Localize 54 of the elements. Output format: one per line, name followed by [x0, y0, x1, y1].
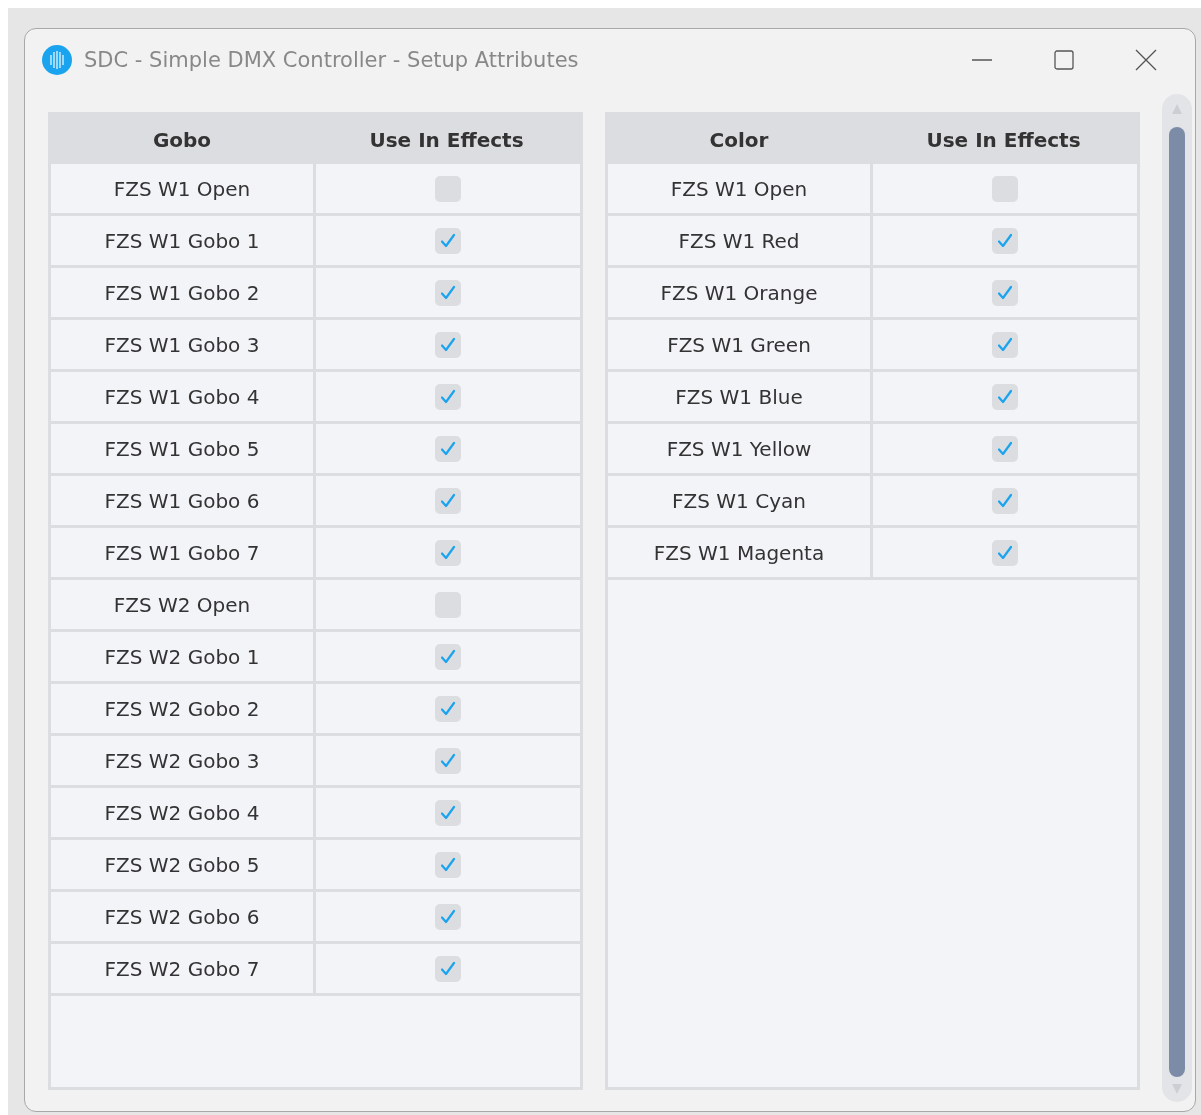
checkbox[interactable]: [992, 487, 1018, 514]
table-cell: FZS W1 Gobo 5: [51, 424, 316, 473]
table-cell: FZS W1 Open: [51, 164, 316, 213]
checkbox[interactable]: [992, 435, 1018, 462]
table-cell: FZS W1 Gobo 2: [51, 268, 316, 317]
checkbox[interactable]: [435, 799, 461, 826]
table-cell: FZS W2 Gobo 2: [51, 684, 316, 733]
checkbox[interactable]: [435, 435, 461, 462]
table-cell: FZS W1 Gobo 6: [51, 476, 316, 525]
checkbox[interactable]: [435, 539, 461, 566]
table-cell: FZS W2 Gobo 3: [51, 736, 316, 785]
table-cell: FZS W1 Green: [608, 320, 873, 369]
table-cell: FZS W1 Cyan: [608, 476, 873, 525]
checkbox[interactable]: [435, 279, 461, 306]
column-header[interactable]: Color: [608, 115, 870, 164]
window-title: SDC - Simple DMX Controller - Setup Attributes: [84, 48, 579, 72]
checkbox[interactable]: [435, 643, 461, 670]
checkbox[interactable]: [435, 851, 461, 878]
column-header[interactable]: Use In Effects: [870, 115, 1137, 164]
table-cell: FZS W2 Open: [51, 580, 316, 629]
checkbox[interactable]: [435, 487, 461, 514]
table-cell: FZS W2 Gobo 7: [51, 944, 316, 993]
checkbox[interactable]: [435, 903, 461, 930]
checkbox[interactable]: [435, 695, 461, 722]
close-icon[interactable]: [1135, 49, 1157, 71]
table-cell: FZS W1 Gobo 7: [51, 528, 316, 577]
checkbox[interactable]: [992, 279, 1018, 306]
table-cell: FZS W1 Blue: [608, 372, 873, 421]
table-cell: FZS W1 Gobo 4: [51, 372, 316, 421]
table-cell: FZS W1 Orange: [608, 268, 873, 317]
column-header[interactable]: Use In Effects: [313, 115, 580, 164]
checkbox[interactable]: [435, 955, 461, 982]
table-cell: FZS W1 Open: [608, 164, 873, 213]
table-cell: FZS W1 Gobo 1: [51, 216, 316, 265]
checkbox[interactable]: [992, 539, 1018, 566]
checkbox[interactable]: [435, 383, 461, 410]
table-cell: FZS W2 Gobo 5: [51, 840, 316, 889]
table-cell: FZS W1 Red: [608, 216, 873, 265]
table-cell: FZS W2 Gobo 6: [51, 892, 316, 941]
table-cell: FZS W1 Gobo 3: [51, 320, 316, 369]
checkbox[interactable]: [992, 383, 1018, 410]
table-cell: FZS W1 Yellow: [608, 424, 873, 473]
checkbox[interactable]: [992, 331, 1018, 358]
checkbox[interactable]: [992, 227, 1018, 254]
checkbox[interactable]: [435, 747, 461, 774]
column-header[interactable]: Gobo: [51, 115, 313, 164]
table-cell: FZS W2 Gobo 1: [51, 632, 316, 681]
scrollbar[interactable]: [1162, 94, 1192, 1102]
maximize-icon[interactable]: [1053, 49, 1075, 71]
table-cell: FZS W2 Gobo 4: [51, 788, 316, 837]
checkbox[interactable]: [435, 331, 461, 358]
checkbox[interactable]: [435, 227, 461, 254]
table-cell: FZS W1 Magenta: [608, 528, 873, 577]
app-icon: [42, 45, 72, 75]
